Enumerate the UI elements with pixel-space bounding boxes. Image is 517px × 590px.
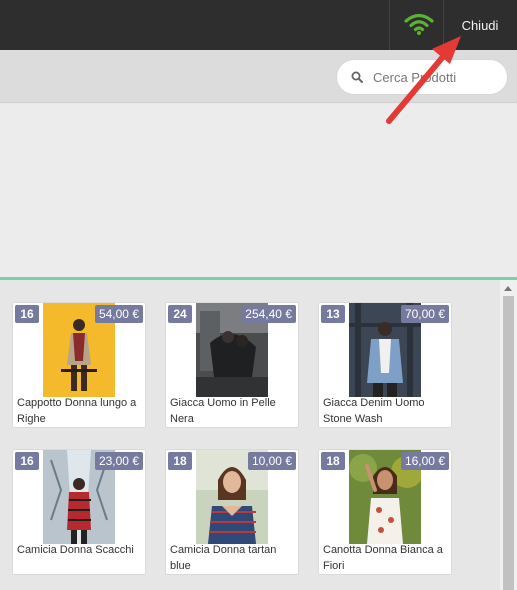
product-name: Giacca Uomo in Pelle Nera	[170, 397, 276, 425]
quantity-badge: 16	[15, 305, 39, 323]
quantity-badge: 18	[168, 452, 192, 470]
quantity-badge: 13	[321, 305, 345, 323]
product-name: Cappotto Donna lungo a Righe	[17, 397, 137, 425]
product-card[interactable]: 16 23,00 € Camicia Donna Scacchi	[12, 449, 146, 575]
product-name: Camicia Donna tartan blue	[170, 544, 277, 572]
search-input[interactable]	[373, 69, 493, 85]
search-bar	[0, 50, 517, 103]
price-badge: 70,00 €	[400, 305, 449, 323]
product-card[interactable]: 13 70,00 € Giacca Denim Uomo Stone Wash	[318, 302, 452, 428]
product-card[interactable]: 18 10,00 € Camicia Donna tartan blue	[165, 449, 299, 575]
scrollbar[interactable]	[500, 280, 517, 590]
top-bar: Chiudi	[0, 0, 517, 50]
price-badge: 16,00 €	[400, 452, 449, 470]
product-card[interactable]: 16 54,00 € Cappotto Donna lungo a Righe	[12, 302, 146, 428]
price-badge: 254,40 €	[241, 305, 296, 323]
quantity-badge: 24	[168, 305, 192, 323]
product-name: Giacca Denim Uomo Stone Wash	[323, 397, 425, 425]
wifi-icon[interactable]	[404, 12, 434, 36]
product-grid: 16 54,00 € Cappotto Donna lungo a Righe …	[0, 280, 500, 590]
close-button[interactable]: Chiudi	[443, 0, 517, 50]
product-name: Canotta Donna Bianca a Fiori	[323, 544, 443, 572]
quantity-badge: 18	[321, 452, 345, 470]
price-badge: 23,00 €	[94, 452, 143, 470]
scroll-up-arrow-icon[interactable]	[504, 286, 512, 291]
search-icon	[351, 71, 363, 83]
order-area	[0, 104, 517, 277]
product-card[interactable]: 18 16,00 € Canotta Donna Bianca a Fiori	[318, 449, 452, 575]
divider	[389, 0, 390, 50]
product-name: Camicia Donna Scacchi	[17, 544, 134, 556]
product-card[interactable]: 24 254,40 € Giacca Uomo in Pelle Nera	[165, 302, 299, 428]
price-badge: 54,00 €	[94, 305, 143, 323]
price-badge: 10,00 €	[247, 452, 296, 470]
quantity-badge: 16	[15, 452, 39, 470]
scrollbar-thumb[interactable]	[503, 296, 514, 590]
search-field[interactable]	[336, 59, 508, 95]
